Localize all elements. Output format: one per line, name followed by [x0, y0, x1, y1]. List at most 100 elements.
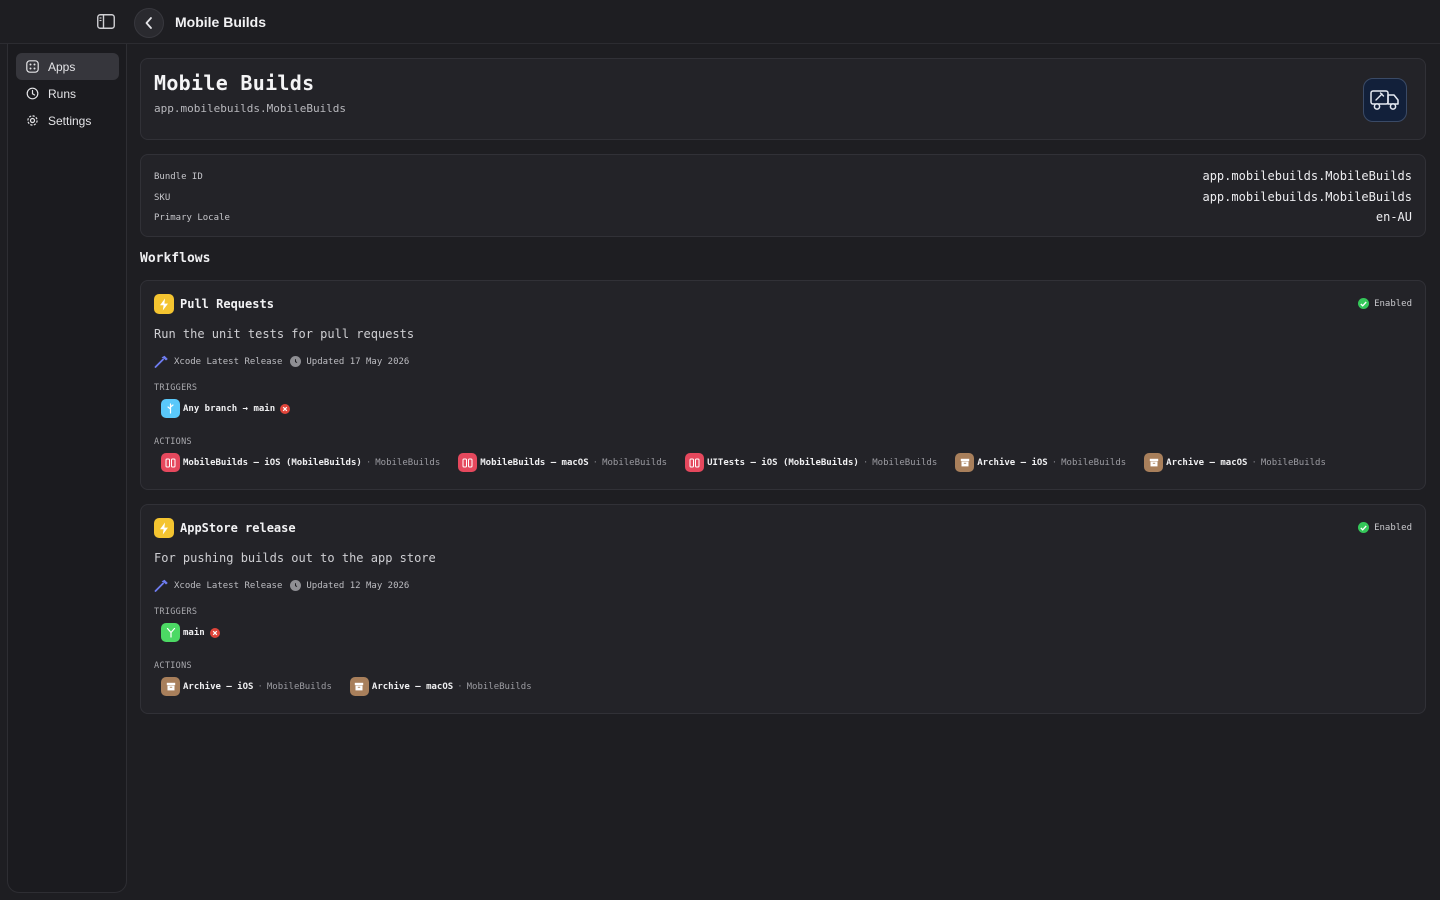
sku-label: SKU — [154, 193, 171, 203]
remove-trigger-icon[interactable] — [209, 627, 220, 638]
apps-icon — [26, 60, 39, 73]
action-name: MobileBuilds – iOS (MobileBuilds) — [183, 457, 362, 468]
status-label: Enabled — [1374, 522, 1412, 533]
status-badge: Enabled — [1358, 298, 1412, 309]
status-label: Enabled — [1374, 298, 1412, 309]
sku-value: app.mobilebuilds.MobileBuilds — [1202, 190, 1412, 204]
hammer-icon — [154, 579, 168, 592]
app-bundle: app.mobilebuilds.MobileBuilds — [154, 102, 347, 115]
action-project: MobileBuilds — [266, 681, 332, 692]
archive-box-icon — [349, 677, 369, 696]
action-project: MobileBuilds — [466, 681, 532, 692]
action-name: Archive – macOS — [371, 681, 454, 692]
workflow-description: Run the unit tests for pull requests — [154, 327, 415, 341]
action-item[interactable]: Archive – iOS · MobileBuilds — [161, 677, 332, 696]
workflow-meta: Xcode Latest Release Updated 12 May 2026 — [154, 579, 409, 592]
bundle-id-label: Bundle ID — [154, 172, 203, 182]
page-title: Mobile Builds — [175, 14, 266, 30]
action-project: MobileBuilds — [1260, 457, 1326, 468]
status-badge: Enabled — [1358, 522, 1412, 533]
workflow-card[interactable]: Pull Requests Enabled Run the unit tests… — [140, 280, 1426, 490]
triggers-heading: TRIGGERS — [154, 383, 198, 393]
triggers-heading: TRIGGERS — [154, 607, 198, 617]
app-info-card: Bundle ID app.mobilebuilds.MobileBuilds … — [140, 154, 1426, 237]
hammer-icon — [154, 355, 168, 368]
trigger-item[interactable]: Any branch → main — [161, 399, 291, 418]
check-circle-icon — [1358, 298, 1370, 309]
action-name: UITests – iOS (MobileBuilds) — [707, 457, 859, 468]
test-action-icon — [685, 453, 705, 472]
remove-trigger-icon[interactable] — [280, 403, 291, 414]
separator: · — [862, 457, 869, 468]
actions-list: MobileBuilds – iOS (MobileBuilds) · Mobi… — [161, 453, 1344, 472]
merge-icon — [161, 623, 180, 642]
separator: · — [592, 457, 599, 468]
sidebar-item-label: Apps — [48, 59, 76, 74]
lightning-icon — [160, 522, 168, 534]
action-name: MobileBuilds – macOS — [480, 457, 589, 468]
updated-date: Updated 17 May 2026 — [306, 356, 410, 367]
separator: · — [1251, 457, 1257, 468]
app-icon — [1363, 78, 1407, 122]
archive-box-icon — [955, 453, 975, 472]
workflow-icon — [154, 518, 174, 538]
chevron-left-icon — [145, 17, 152, 29]
workflows-heading: Workflows — [140, 251, 211, 266]
trigger-item[interactable]: main — [161, 623, 220, 642]
actions-list: Archive – iOS · MobileBuilds Archive – m… — [161, 677, 550, 696]
lightning-icon — [160, 298, 168, 310]
separator: · — [257, 681, 263, 692]
xcode-version: Xcode Latest Release — [174, 356, 283, 367]
history-icon — [26, 87, 39, 100]
separator: · — [365, 457, 372, 468]
separator: · — [457, 681, 463, 692]
workflow-name: Pull Requests — [180, 297, 274, 311]
back-button[interactable] — [134, 8, 164, 38]
trigger-label: Any branch → main — [183, 403, 276, 414]
check-circle-icon — [1358, 522, 1370, 533]
xcode-version: Xcode Latest Release — [174, 580, 283, 591]
action-project: MobileBuilds — [1061, 457, 1127, 468]
action-item[interactable]: Archive – macOS · MobileBuilds — [349, 677, 532, 696]
action-item[interactable]: UITests – iOS (MobileBuilds) · MobileBui… — [685, 453, 937, 472]
app-name: Mobile Builds — [154, 71, 315, 95]
separator: · — [1051, 457, 1058, 468]
action-project: MobileBuilds — [872, 457, 938, 468]
sidebar-item-settings[interactable]: Settings — [16, 107, 119, 134]
action-project: MobileBuilds — [375, 457, 441, 468]
top-bar: Mobile Builds — [0, 0, 1440, 44]
sidebar-item-apps[interactable]: Apps — [16, 53, 119, 80]
action-item[interactable]: MobileBuilds – macOS · MobileBuilds — [458, 453, 667, 472]
action-item[interactable]: Archive – macOS · MobileBuilds — [1144, 453, 1326, 472]
actions-heading: ACTIONS — [154, 437, 192, 447]
test-action-icon — [161, 453, 180, 472]
archive-box-icon — [161, 677, 180, 696]
delivery-truck-icon — [1370, 90, 1399, 110]
workflow-card[interactable]: AppStore release Enabled For pushing bui… — [140, 504, 1426, 714]
test-action-icon — [458, 453, 478, 472]
primary-locale-label: Primary Locale — [154, 213, 230, 223]
bundle-id-value: app.mobilebuilds.MobileBuilds — [1202, 169, 1412, 183]
action-project: MobileBuilds — [602, 457, 668, 468]
sidebar-toggle-icon[interactable] — [97, 14, 115, 29]
sidebar: Apps Runs Settings — [7, 44, 127, 893]
sidebar-item-runs[interactable]: Runs — [16, 80, 119, 107]
branch-icon — [161, 399, 180, 418]
action-item[interactable]: Archive – iOS · MobileBuilds — [955, 453, 1126, 472]
trigger-label: main — [183, 627, 205, 638]
action-name: Archive – iOS — [977, 457, 1048, 468]
workflow-icon — [154, 294, 174, 314]
workflow-description: For pushing builds out to the app store — [154, 551, 436, 565]
updated-date: Updated 12 May 2026 — [306, 580, 410, 591]
gear-icon — [27, 115, 38, 126]
actions-heading: ACTIONS — [154, 661, 192, 671]
action-item[interactable]: MobileBuilds – iOS (MobileBuilds) · Mobi… — [161, 453, 440, 472]
sidebar-item-label: Runs — [48, 86, 77, 101]
sidebar-item-label: Settings — [48, 113, 92, 128]
clock-icon — [290, 580, 302, 591]
app-header-card: Mobile Builds app.mobilebuilds.MobileBui… — [140, 58, 1426, 140]
archive-box-icon — [1144, 453, 1164, 472]
workflow-meta: Xcode Latest Release Updated 17 May 2026 — [154, 355, 409, 368]
action-name: Archive – iOS — [183, 681, 254, 692]
action-name: Archive – macOS — [1166, 457, 1248, 468]
